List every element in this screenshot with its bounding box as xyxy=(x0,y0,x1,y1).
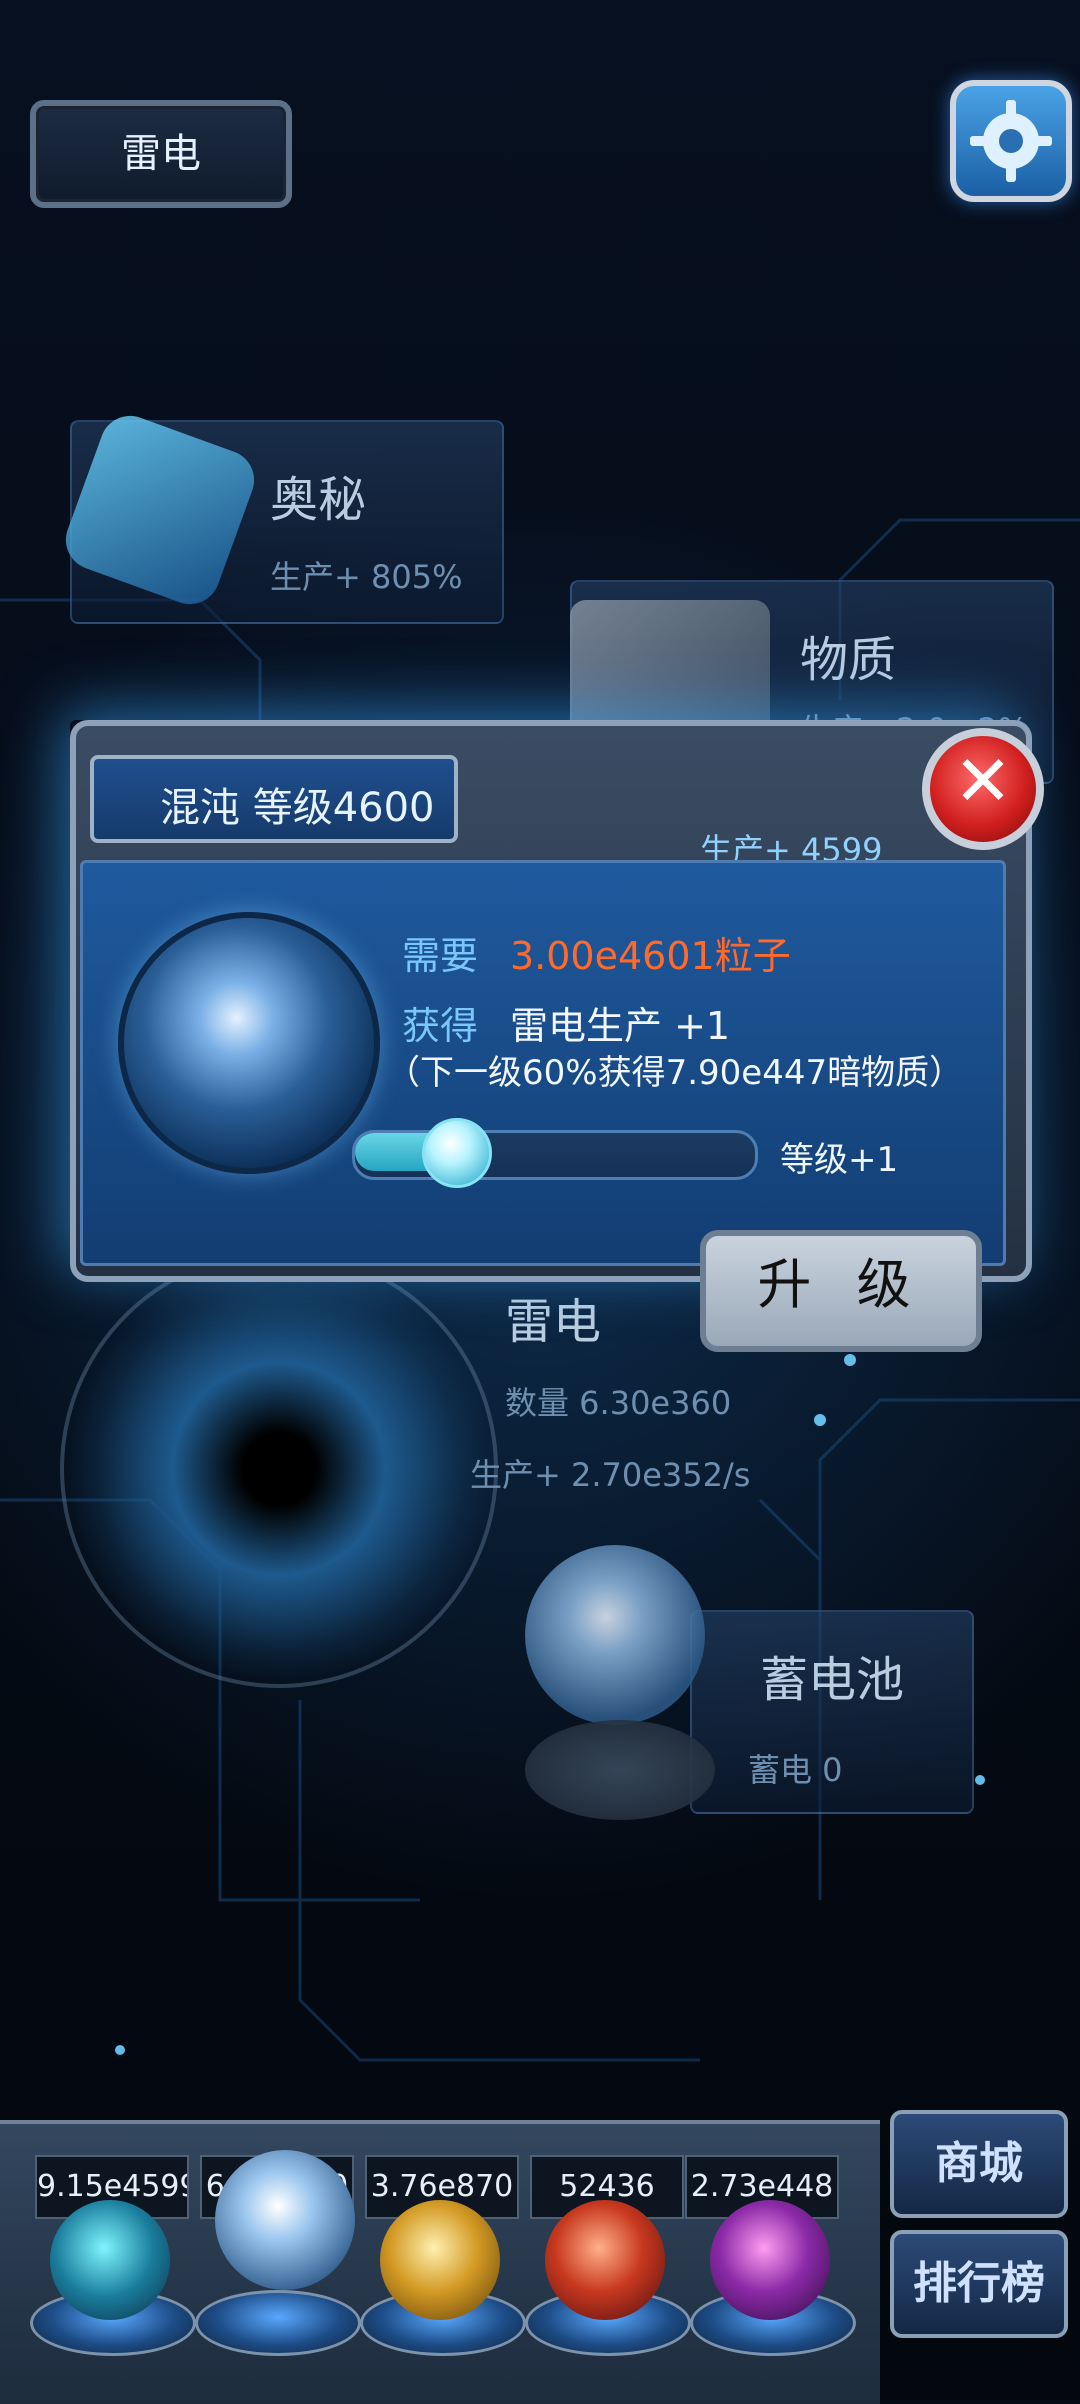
battery-orb-icon xyxy=(525,1545,705,1725)
resource-base-2 xyxy=(195,2290,361,2356)
chaos-orb-icon[interactable] xyxy=(50,2200,170,2320)
need-label: 需要 xyxy=(402,934,479,978)
leaderboard-button[interactable]: 排行榜 xyxy=(890,2230,1068,2338)
chaos-orb-icon xyxy=(118,912,380,1174)
gain-label: 获得 xyxy=(402,1004,479,1048)
shop-button[interactable]: 商城 xyxy=(890,2110,1068,2218)
upgrade-button[interactable]: 升 级 xyxy=(700,1230,982,1352)
gear-icon xyxy=(970,100,1052,182)
close-icon: ✕ xyxy=(953,740,1013,822)
screen-label: 雷电 xyxy=(30,100,292,208)
lightning-orb-icon[interactable] xyxy=(215,2150,355,2290)
need-value: 3.00e4601粒子 xyxy=(510,934,791,978)
arcane-production: 生产+ 805% xyxy=(270,558,463,596)
battery-base-icon xyxy=(525,1720,715,1820)
level-plus-label: 等级+1 xyxy=(780,1140,899,1180)
next-level-note: （下一级60%获得7.90e447暗物质） xyxy=(386,1053,964,1093)
purple-orb-icon[interactable] xyxy=(710,2200,830,2320)
gain-value: 雷电生产 +1 xyxy=(510,1004,731,1048)
modal-title: 混沌 等级4600 xyxy=(160,785,435,831)
thunder-count: 数量 6.30e360 xyxy=(505,1384,732,1422)
matter-title: 物质 xyxy=(800,632,897,688)
arcane-title: 奥秘 xyxy=(270,472,367,528)
black-hole-icon xyxy=(60,1250,498,1688)
gold-orb-icon[interactable] xyxy=(380,2200,500,2320)
battery-title: 蓄电池 xyxy=(760,1652,905,1708)
level-slider-thumb[interactable] xyxy=(422,1118,492,1188)
battery-charge: 蓄电 0 xyxy=(748,1751,843,1789)
settings-button[interactable] xyxy=(950,80,1072,202)
thunder-title: 雷电 xyxy=(505,1294,602,1350)
close-button[interactable]: ✕ xyxy=(922,728,1044,850)
red-orb-icon[interactable] xyxy=(545,2200,665,2320)
thunder-production: 生产+ 2.70e352/s xyxy=(470,1456,751,1494)
